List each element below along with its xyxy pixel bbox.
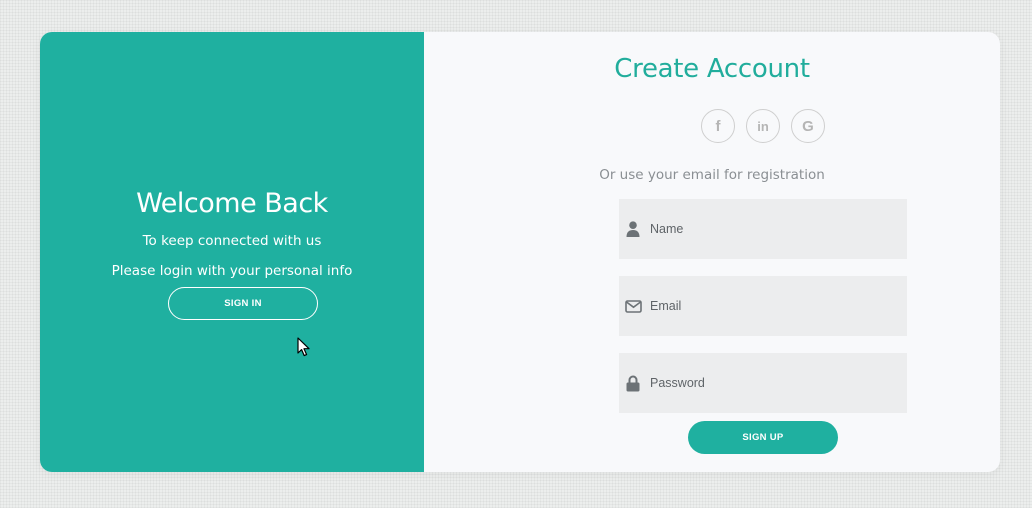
google-icon: G [802, 117, 814, 135]
password-field[interactable] [619, 353, 907, 413]
linkedin-button[interactable]: in [746, 109, 780, 143]
password-input[interactable] [650, 353, 890, 413]
sign-up-button[interactable]: SIGN UP [688, 421, 838, 454]
email-input[interactable] [650, 276, 890, 336]
sign-in-button[interactable]: SIGN IN [168, 287, 318, 320]
email-field[interactable] [619, 276, 907, 336]
welcome-subtitle-line-1: To keep connected with us [142, 233, 322, 249]
facebook-button[interactable]: f [701, 109, 735, 143]
google-button[interactable]: G [791, 109, 825, 143]
auth-card: Welcome Back To keep connected with us P… [40, 32, 1000, 472]
name-input[interactable] [650, 199, 890, 259]
linkedin-icon: in [757, 118, 769, 134]
lock-icon [624, 374, 642, 392]
user-icon [624, 220, 642, 238]
facebook-icon: f [715, 117, 721, 135]
name-field[interactable] [619, 199, 907, 259]
welcome-title: Welcome Back [136, 188, 328, 219]
envelope-icon [624, 297, 642, 315]
registration-note: Or use your email for registration [599, 167, 825, 183]
form-title: Create Account [614, 54, 810, 84]
welcome-subtitle-line-2: Please login with your personal info [111, 263, 353, 279]
welcome-overlay-panel: Welcome Back To keep connected with us P… [40, 32, 424, 472]
create-account-form: Create Account f in G Or use your email … [424, 32, 1000, 472]
